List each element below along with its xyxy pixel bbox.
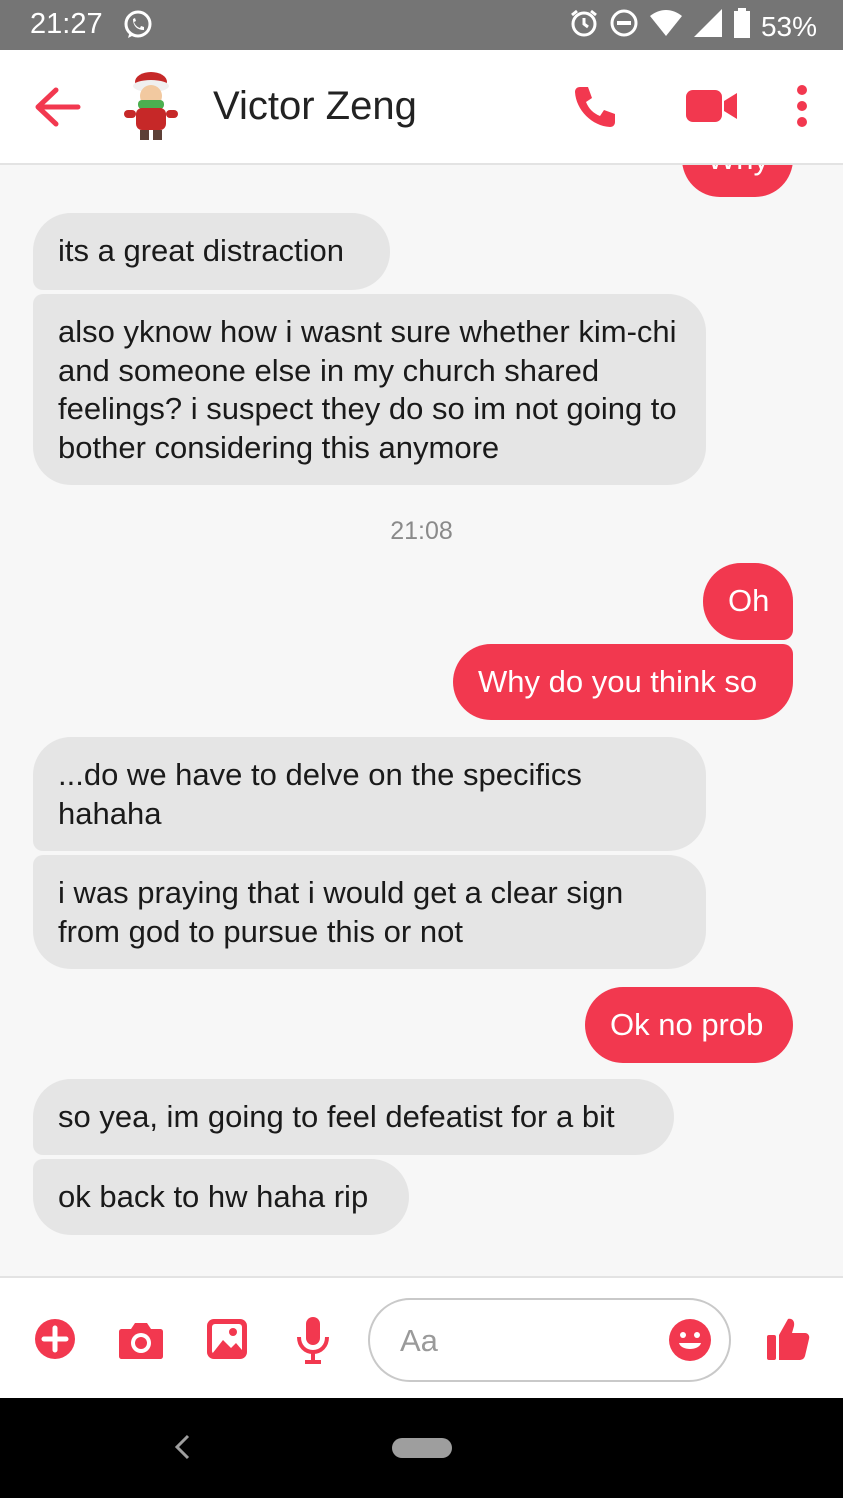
video-camera-icon[interactable] (686, 88, 738, 129)
conversation-header: Victor Zeng (0, 50, 843, 165)
message-bubble-outgoing[interactable]: Why (682, 165, 793, 197)
message-composer (0, 1276, 843, 1400)
message-bubble-outgoing[interactable]: Why do you think so (453, 644, 793, 720)
message-text: i was praying that i would get a clear s… (58, 875, 624, 949)
message-bubble-incoming[interactable]: ...do we have to delve on the specifics … (33, 737, 706, 851)
back-arrow-icon[interactable] (34, 86, 82, 133)
battery-icon (733, 8, 751, 45)
nav-back-icon[interactable] (172, 1432, 192, 1467)
message-list[interactable]: Why its a great distraction also yknow h… (0, 165, 843, 1275)
message-text: ok back to hw haha rip (58, 1179, 369, 1214)
whatsapp-icon (122, 9, 154, 48)
microphone-icon[interactable] (296, 1316, 330, 1369)
wifi-icon (649, 9, 683, 44)
message-text: Ok no prob (610, 1007, 764, 1042)
message-bubble-outgoing[interactable]: Ok no prob (585, 987, 793, 1063)
more-vertical-icon[interactable] (794, 84, 810, 133)
system-navigation-bar (0, 1398, 843, 1498)
message-bubble-incoming[interactable]: so yea, im going to feel defeatist for a… (33, 1079, 674, 1155)
contact-name[interactable]: Victor Zeng (213, 84, 417, 129)
message-text: also yknow how i wasnt sure whether kim-… (58, 314, 677, 465)
message-input-field[interactable] (368, 1298, 731, 1382)
status-time: 21:27 (30, 8, 103, 40)
message-text: Oh (728, 583, 770, 618)
message-text: Why (707, 165, 769, 176)
camera-icon[interactable] (118, 1320, 164, 1365)
avatar[interactable] (118, 70, 184, 144)
do-not-disturb-icon (609, 8, 639, 45)
plus-circle-icon[interactable] (34, 1318, 76, 1365)
message-input[interactable] (398, 1318, 642, 1364)
battery-percent: 53% (760, 10, 817, 42)
thumbs-up-icon[interactable] (766, 1316, 810, 1367)
message-bubble-incoming[interactable]: i was praying that i would get a clear s… (33, 855, 706, 969)
message-bubble-incoming[interactable]: also yknow how i wasnt sure whether kim-… (33, 294, 706, 485)
message-text: so yea, im going to feel defeatist for a… (58, 1099, 615, 1134)
emoji-icon[interactable] (668, 1318, 712, 1367)
image-icon[interactable] (206, 1318, 248, 1365)
message-timestamp: 21:08 (390, 517, 453, 545)
phone-icon[interactable] (572, 84, 618, 135)
message-text: ...do we have to delve on the specifics … (58, 757, 582, 831)
message-text: its a great distraction (58, 233, 345, 268)
message-bubble-incoming[interactable]: its a great distraction (33, 213, 390, 290)
alarm-icon (569, 8, 599, 45)
message-bubble-outgoing[interactable]: Oh (703, 563, 793, 640)
message-text: Why do you think so (478, 664, 758, 699)
message-bubble-incoming[interactable]: ok back to hw haha rip (33, 1159, 409, 1235)
signal-icon (693, 8, 723, 45)
status-bar: 21:27 53% (0, 0, 843, 50)
nav-home-icon[interactable] (392, 1438, 452, 1463)
